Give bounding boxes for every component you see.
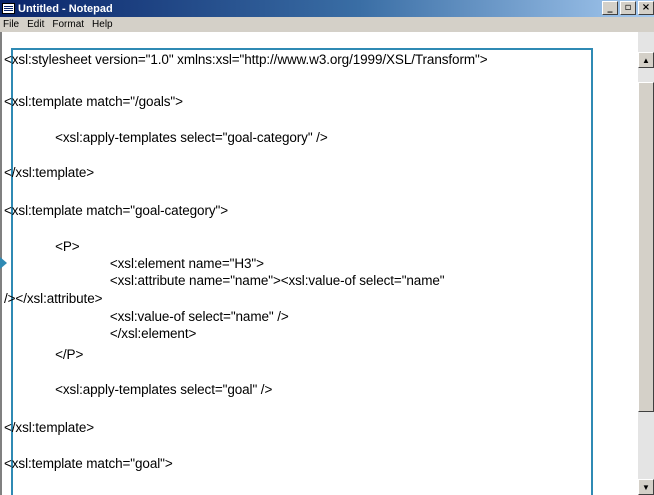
code-line[interactable]: <xsl:value-of select="name" />	[4, 309, 289, 324]
editor-area[interactable]: <xsl:stylesheet version="1.0" xmlns:xsl=…	[0, 32, 654, 495]
menu-edit[interactable]: Edit	[23, 19, 48, 30]
code-line[interactable]: <xsl:template match="goal">	[4, 456, 173, 471]
code-line[interactable]: </xsl:template>	[4, 165, 94, 180]
menu-bar: File Edit Format Help	[0, 17, 654, 32]
code-line[interactable]: <xsl:attribute name="name"><xsl:value-of…	[4, 273, 445, 288]
code-line[interactable]: <xsl:element name="H3">	[4, 256, 264, 271]
menu-format[interactable]: Format	[48, 19, 88, 30]
code-line[interactable]: </xsl:template>	[4, 420, 94, 435]
highlight-frame	[11, 48, 593, 495]
maximize-button[interactable]: ▫	[620, 1, 636, 15]
code-line[interactable]: <xsl:template match="goal-category">	[4, 203, 228, 218]
code-line[interactable]: <xsl:apply-templates select="goal-catego…	[4, 130, 328, 145]
scroll-up-arrow-icon[interactable]: ▲	[638, 52, 654, 68]
minimize-button[interactable]: _	[602, 1, 618, 15]
code-line[interactable]: <xsl:stylesheet version="1.0" xmlns:xsl=…	[4, 52, 488, 67]
code-line[interactable]: </P>	[4, 347, 83, 362]
title-bar[interactable]: Untitled - Notepad _ ▫ ×	[0, 0, 654, 17]
notepad-app-icon[interactable]	[2, 3, 15, 14]
code-line[interactable]: </xsl:element>	[4, 326, 197, 341]
window-controls: _ ▫ ×	[600, 1, 654, 15]
menu-file[interactable]: File	[0, 19, 23, 30]
menu-help[interactable]: Help	[88, 19, 117, 30]
code-line[interactable]: <xsl:apply-templates select="goal" />	[4, 382, 272, 397]
code-line[interactable]: /></xsl:attribute>	[4, 291, 102, 306]
code-line[interactable]: <xsl:template match="/goals">	[4, 94, 183, 109]
scroll-thumb[interactable]	[638, 82, 654, 412]
code-line[interactable]: <P>	[4, 239, 80, 254]
scroll-down-arrow-icon[interactable]: ▼	[638, 479, 654, 495]
window-title: Untitled - Notepad	[18, 2, 113, 15]
vertical-scrollbar[interactable]: ▲ ▼	[638, 32, 654, 495]
close-button[interactable]: ×	[638, 1, 654, 15]
